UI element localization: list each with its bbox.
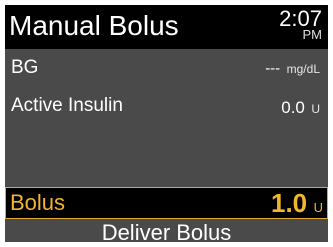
bg-unit: mg/dL bbox=[286, 62, 320, 76]
bolus-row[interactable]: Bolus 1.0 U bbox=[5, 187, 328, 219]
active-insulin-value: 0.0 U bbox=[281, 98, 320, 118]
pump-screen: Manual Bolus 2:07 PM BG --- mg/dL Active… bbox=[5, 5, 328, 242]
deliver-bolus-button[interactable]: Deliver Bolus bbox=[5, 219, 328, 242]
active-insulin-unit: U bbox=[311, 102, 320, 116]
bg-label: BG bbox=[11, 57, 39, 78]
header-bar: Manual Bolus 2:07 PM bbox=[5, 5, 328, 49]
info-panel: BG --- mg/dL Active Insulin 0.0 U bbox=[5, 49, 328, 187]
page-title: Manual Bolus bbox=[9, 10, 179, 41]
clock: 2:07 PM bbox=[279, 6, 322, 42]
bg-row: BG --- mg/dL bbox=[5, 49, 328, 87]
bolus-amount[interactable]: 1.0 U bbox=[271, 188, 323, 218]
active-insulin-label: Active Insulin bbox=[11, 95, 123, 116]
bg-value: --- mg/dL bbox=[265, 60, 320, 78]
active-insulin-row: Active Insulin 0.0 U bbox=[5, 87, 328, 125]
active-insulin-value-text: 0.0 bbox=[281, 98, 305, 117]
clock-time: 2:07 bbox=[279, 6, 322, 31]
bolus-label: Bolus bbox=[10, 190, 66, 215]
bolus-unit: U bbox=[313, 200, 323, 215]
bolus-amount-text: 1.0 bbox=[271, 188, 308, 218]
bg-value-text: --- bbox=[265, 60, 281, 77]
